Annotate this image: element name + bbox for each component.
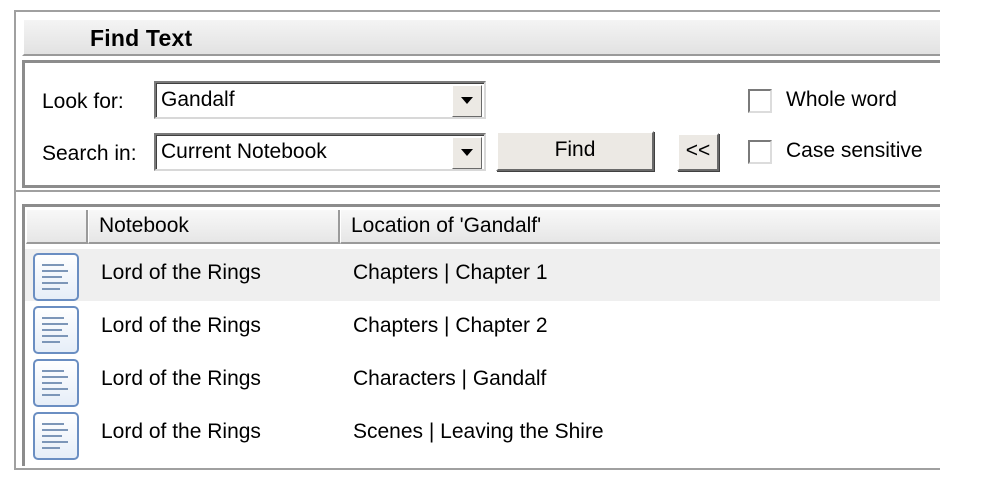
panel-titlebar: Find Text (22, 18, 940, 56)
look-for-label: Look for: (42, 90, 124, 113)
look-for-dropdown-arrow-icon[interactable] (452, 85, 482, 117)
page-icon (33, 306, 79, 354)
result-location: Scenes | Leaving the Shire (353, 420, 604, 443)
search-in-dropdown-arrow-icon[interactable] (452, 137, 482, 169)
result-location: Chapters | Chapter 1 (353, 261, 548, 284)
result-row[interactable]: Lord of the Rings Scenes | Leaving the S… (25, 408, 940, 460)
result-row[interactable]: Lord of the Rings Characters | Gandalf (25, 355, 940, 407)
column-header-notebook[interactable]: Notebook (88, 210, 340, 244)
result-location: Chapters | Chapter 2 (353, 314, 548, 337)
result-row[interactable]: Lord of the Rings Chapters | Chapter 1 (25, 249, 940, 301)
column-header-location[interactable]: Location of 'Gandalf' (340, 210, 940, 244)
page-icon (33, 412, 79, 460)
result-row[interactable]: Lord of the Rings Chapters | Chapter 2 (25, 302, 940, 354)
result-notebook: Lord of the Rings (101, 367, 261, 390)
page-icon (33, 253, 79, 301)
column-header-icon[interactable] (26, 210, 88, 244)
search-in-value[interactable]: Current Notebook (161, 140, 327, 164)
result-notebook: Lord of the Rings (101, 420, 261, 443)
panel-separator (14, 190, 940, 192)
collapse-options-button[interactable]: << (677, 133, 719, 171)
result-notebook: Lord of the Rings (101, 314, 261, 337)
result-notebook: Lord of the Rings (101, 261, 261, 284)
case-sensitive-checkbox[interactable] (748, 140, 772, 164)
find-button[interactable]: Find (496, 131, 654, 171)
whole-word-checkbox[interactable] (748, 89, 772, 113)
panel-title: Find Text (90, 25, 193, 51)
search-in-combobox[interactable]: Current Notebook (154, 133, 486, 171)
case-sensitive-label[interactable]: Case sensitive (786, 139, 923, 163)
panel-frame-left-lower (14, 192, 16, 470)
look-for-combobox[interactable]: Gandalf (154, 81, 486, 119)
panel-frame-top (14, 10, 940, 12)
whole-word-label[interactable]: Whole word (786, 88, 897, 112)
panel-frame-left (14, 12, 16, 192)
look-for-value[interactable]: Gandalf (161, 88, 235, 112)
search-in-label: Search in: (42, 142, 137, 165)
panel-frame-bottom (14, 468, 940, 470)
result-location: Characters | Gandalf (353, 367, 547, 390)
page-icon (33, 359, 79, 407)
